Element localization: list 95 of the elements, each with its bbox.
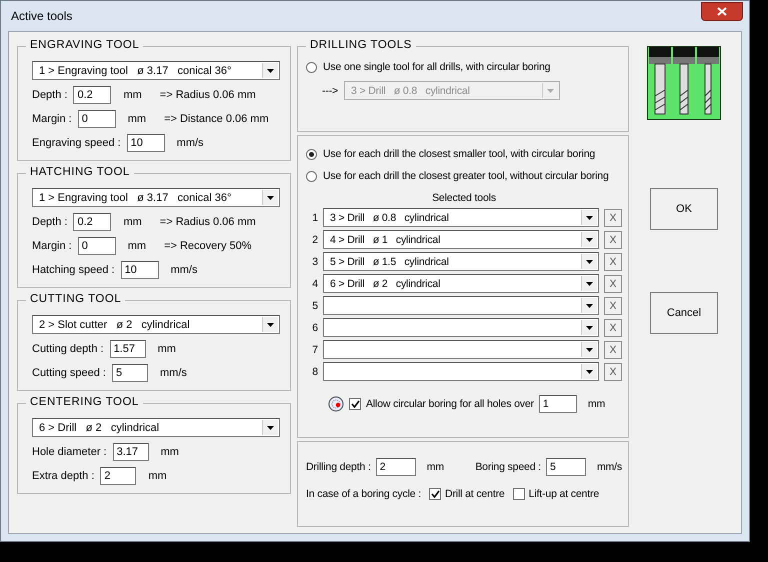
field-label: Cutting depth : (32, 343, 104, 355)
value-field[interactable]: 10 (120, 261, 159, 279)
row-number: 7 (311, 344, 318, 356)
row-number: 2 (311, 234, 318, 246)
remove-button[interactable]: X (604, 274, 622, 292)
unit-label: mm (128, 113, 146, 125)
row-number: 5 (311, 300, 318, 312)
tool-dropdown[interactable]: 3 > Drill ø 0.8 cylindrical (323, 208, 599, 227)
unit-label: mm (588, 398, 606, 410)
field-label: Extra depth : (32, 470, 94, 482)
tool-dropdown[interactable]: 1 > Engraving tool ø 3.17 conical 36° (32, 188, 280, 207)
result-text: => Radius 0.06 mm (160, 89, 256, 101)
value-field[interactable]: 1 (538, 395, 577, 413)
field-label: Margin : (32, 113, 72, 125)
tool-dropdown[interactable] (323, 296, 599, 315)
field-label: Boring speed : (475, 461, 541, 473)
field-label: Drilling depth : (306, 461, 371, 473)
tool-dropdown[interactable]: 6 > Drill ø 2 cylindrical (32, 418, 280, 437)
group-title: CUTTING TOOL (26, 293, 126, 305)
option-label: Use for each drill the closest greater tool, without circular boring (323, 170, 609, 182)
field-label: Depth : (32, 216, 68, 228)
remove-button[interactable]: X (604, 362, 622, 380)
field-label: Engraving speed : (32, 137, 121, 149)
unit-label: mm/s (596, 461, 622, 473)
value-field[interactable]: 0 (78, 110, 116, 128)
row-number: 4 (311, 278, 318, 290)
value-field[interactable]: 2 (376, 458, 416, 476)
value-field[interactable]: 5 (546, 458, 586, 476)
value-field[interactable]: 0.2 (73, 213, 112, 231)
value-field[interactable]: 3.17 (112, 443, 149, 461)
field-label: In case of a boring cycle : (306, 488, 422, 500)
row-number: 8 (311, 366, 318, 378)
value-field[interactable]: 1.57 (110, 340, 146, 358)
value-field[interactable]: 0.2 (73, 86, 112, 104)
radio-button[interactable] (306, 170, 317, 182)
window-title: Active tools (11, 9, 72, 23)
unit-label: mm (158, 343, 176, 355)
value-field[interactable]: 10 (126, 134, 165, 152)
tool-dropdown[interactable]: 5 > Drill ø 1.5 cylindrical (323, 252, 599, 271)
unit-label: mm/s (176, 137, 204, 149)
unit-label: mm/s (170, 264, 198, 276)
arrow-text: ---> (322, 84, 338, 96)
tool-dropdown[interactable] (323, 362, 599, 381)
group-title: ENGRAVING TOOL (26, 39, 144, 51)
result-text: => Recovery 50% (164, 240, 252, 252)
unit-label: mm (148, 470, 167, 482)
checkbox-label: Allow circular boring for all holes over (366, 398, 534, 410)
group-title: DRILLING TOOLS (306, 39, 416, 51)
row-number: 3 (311, 256, 318, 268)
tool-dropdown[interactable]: 1 > Engraving tool ø 3.17 conical 36° (32, 61, 280, 80)
unit-label: mm/s (160, 367, 187, 379)
checkbox-label: Drill at centre (445, 488, 505, 500)
value-field[interactable]: 5 (112, 364, 148, 382)
circular-boring-icon (328, 396, 344, 412)
row-number: 1 (311, 212, 318, 224)
row-number: 6 (311, 322, 318, 334)
tool-dropdown[interactable]: 6 > Drill ø 2 cylindrical (323, 274, 599, 293)
tool-dropdown[interactable] (323, 318, 599, 337)
tool-dropdown[interactable] (323, 340, 599, 359)
value-field[interactable]: 0 (78, 237, 116, 255)
tool-dropdown[interactable]: 2 > Slot cutter ø 2 cylindrical (32, 315, 280, 334)
option-label: Use for each drill the closest smaller tool, with circular boring (323, 148, 596, 160)
checkbox-label: Lift-up at centre (528, 488, 600, 500)
option-label: Use one single tool for all drills, with circular boring (323, 61, 550, 73)
list-heading: Selected tools (431, 192, 497, 204)
cancel-button[interactable]: Cancel (650, 292, 718, 334)
field-label: Hatching speed : (32, 264, 115, 276)
result-text: => Radius 0.06 mm (160, 216, 256, 228)
ok-button[interactable]: OK (650, 188, 718, 230)
remove-button[interactable]: X (604, 318, 622, 336)
checkbox[interactable] (512, 488, 525, 500)
remove-button[interactable]: X (604, 296, 622, 314)
unit-label: mm (128, 240, 146, 252)
unit-label: mm (426, 461, 444, 473)
remove-button[interactable]: X (604, 340, 622, 358)
remove-button[interactable]: X (604, 208, 622, 226)
close-button[interactable] (701, 2, 743, 20)
field-label: Cutting speed : (32, 367, 106, 379)
radio-button[interactable] (306, 148, 317, 160)
group-title: HATCHING TOOL (26, 166, 134, 178)
close-icon (717, 6, 727, 16)
field-label: Margin : (32, 240, 72, 252)
remove-button[interactable]: X (604, 230, 622, 248)
unit-label: mm (123, 89, 142, 101)
group-title: CENTERING TOOL (26, 396, 143, 408)
checkbox[interactable] (349, 398, 361, 410)
field-label: Depth : (32, 89, 68, 101)
unit-label: mm (123, 216, 142, 228)
checkbox[interactable] (429, 488, 442, 500)
value-field[interactable]: 2 (100, 467, 136, 485)
unit-label: mm (160, 446, 179, 458)
tool-dropdown[interactable]: 4 > Drill ø 1 cylindrical (323, 230, 599, 249)
remove-button[interactable]: X (604, 252, 622, 270)
field-label: Hole diameter : (32, 446, 107, 458)
result-text: => Distance 0.06 mm (164, 113, 269, 125)
